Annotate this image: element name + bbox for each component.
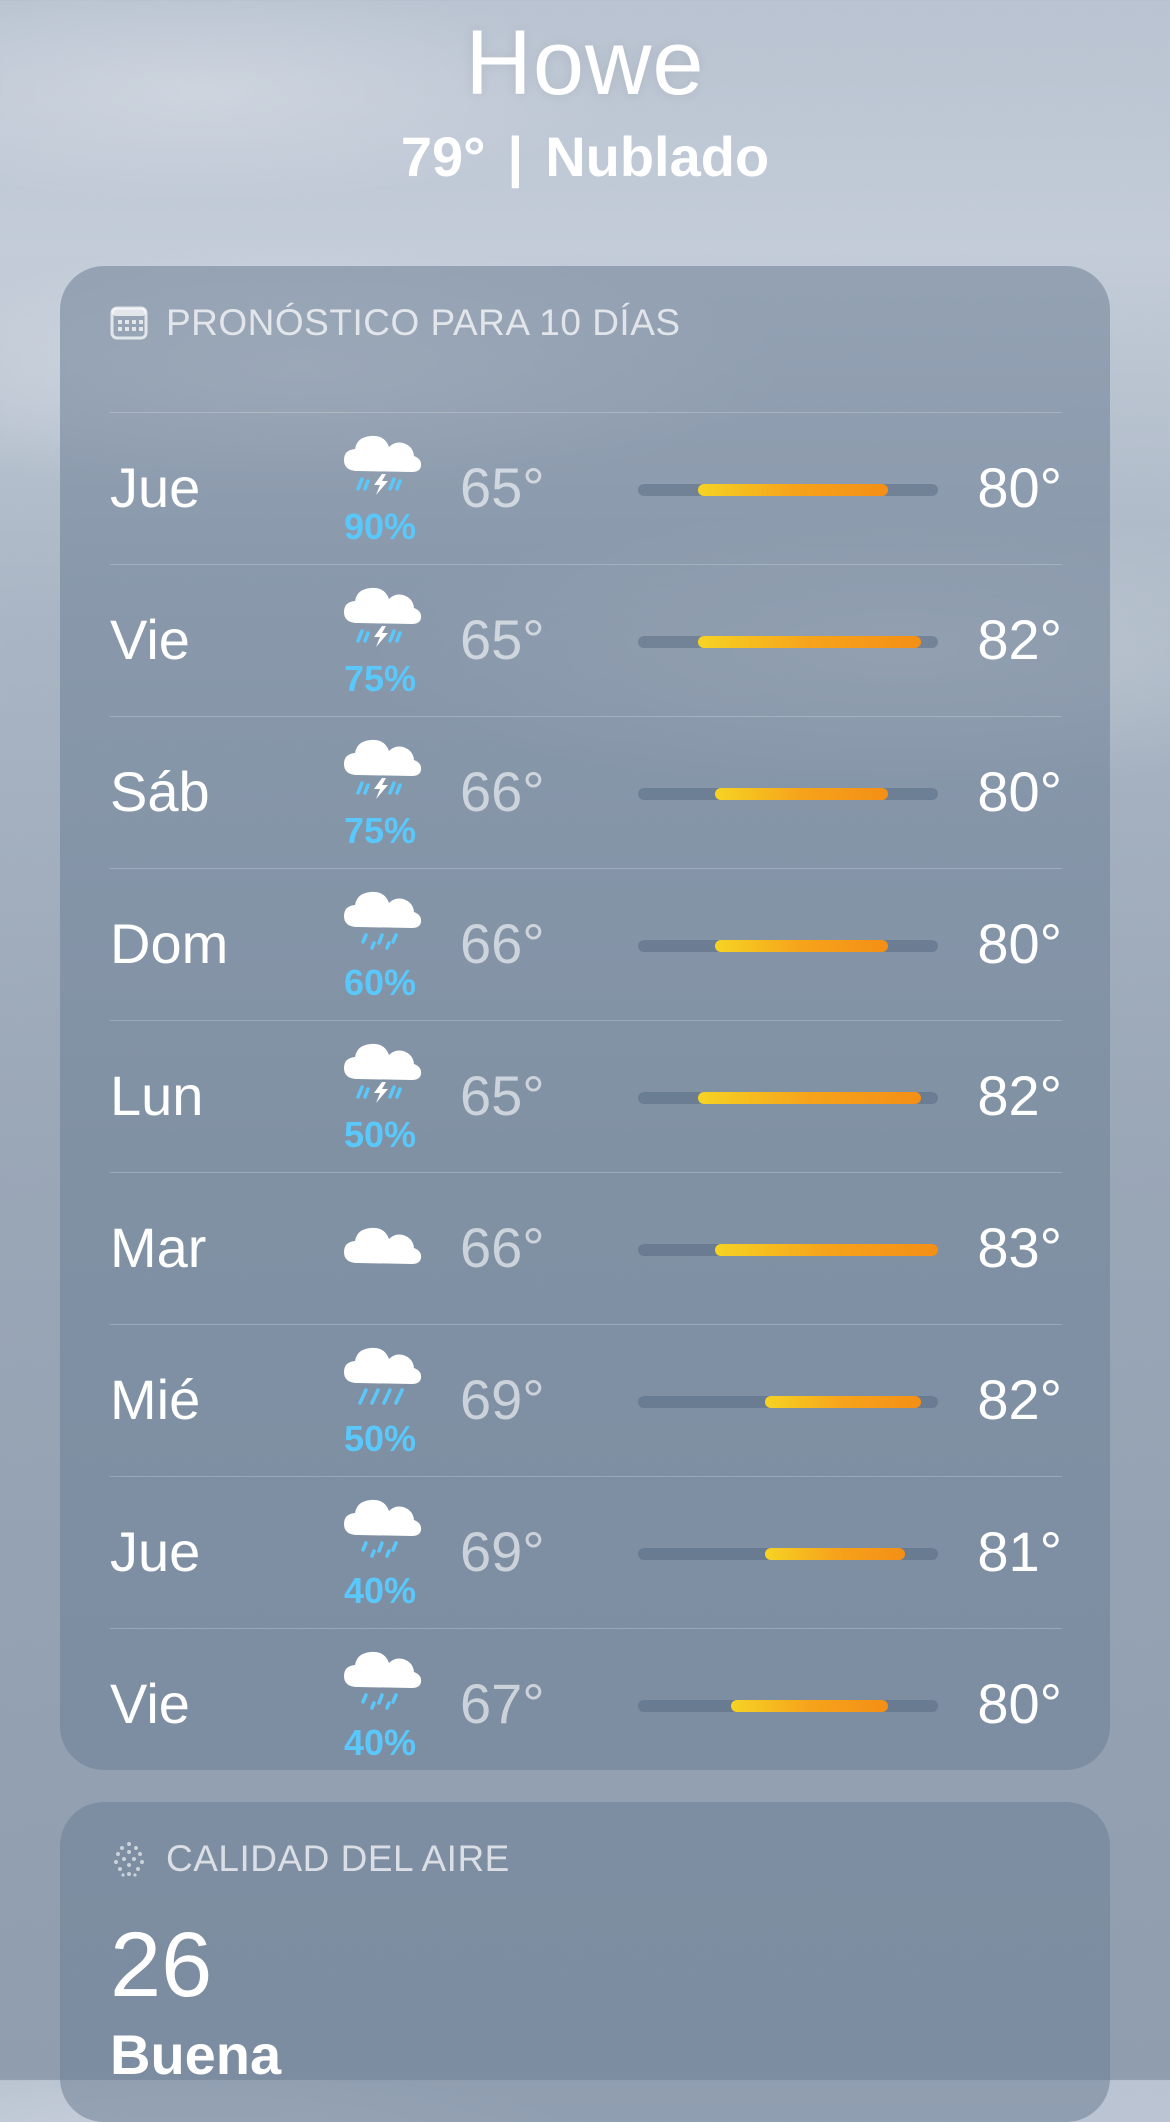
forecast-day: Jue	[110, 1520, 201, 1583]
temperature-range-bar	[638, 1092, 938, 1104]
high-temperature: 82°	[977, 1368, 1062, 1431]
forecast-row[interactable]: Dom 60% 66° 80°	[110, 868, 1062, 1020]
current-conditions: 79° | Nublado	[0, 122, 1170, 192]
forecast-row[interactable]: Mié 50% 69° 82°	[110, 1324, 1062, 1476]
heavy-rain-icon	[344, 1347, 422, 1405]
forecast-row[interactable]: Jue 90% 65° 80°	[110, 412, 1062, 564]
temperature-range-fill	[698, 484, 888, 496]
temperature-range-fill	[764, 1396, 922, 1408]
separator: |	[507, 125, 524, 188]
low-temperature: 69°	[460, 1368, 545, 1431]
temperature-range-bar	[638, 636, 938, 648]
forecast-row[interactable]: Vie 40% 67° 80°	[110, 1628, 1062, 1770]
low-temperature: 65°	[460, 456, 545, 519]
thunderstorm-icon	[344, 435, 422, 495]
temperature-range-bar	[638, 788, 938, 800]
forecast-rows: Jue 90% 65° 80° Vie 75% 65° 82° Sáb 75% 66° 80° Dom 6…	[110, 412, 1062, 1770]
temperature-range-fill	[714, 788, 888, 800]
precipitation-chance: 40%	[343, 1722, 417, 1763]
high-temperature: 82°	[977, 1064, 1062, 1127]
air-quality-title-label: CALIDAD DEL AIRE	[166, 1838, 510, 1879]
temperature-range-fill	[698, 1092, 922, 1104]
high-temperature: 80°	[977, 912, 1062, 975]
rain-icon	[344, 1651, 422, 1710]
precipitation-chance: 75%	[343, 810, 417, 851]
high-temperature: 82°	[977, 608, 1062, 671]
temperature-range-bar	[638, 1700, 938, 1712]
temperature-range-bar	[638, 1244, 938, 1256]
low-temperature: 65°	[460, 1064, 545, 1127]
forecast-title-label: PRONÓSTICO PARA 10 DÍAS	[166, 302, 681, 343]
temperature-range-bar	[638, 1396, 938, 1408]
air-quality-card[interactable]: CALIDAD DEL AIRE 26 Buena	[60, 1802, 1110, 2122]
temperature-range-fill	[714, 940, 888, 952]
temperature-range-fill	[731, 1700, 888, 1712]
high-temperature: 80°	[977, 1672, 1062, 1735]
calendar-icon	[110, 306, 148, 340]
ten-day-forecast-card[interactable]: PRONÓSTICO PARA 10 DÍAS Jue 90% 65° 80° Vie 7…	[60, 266, 1110, 1770]
rain-icon	[344, 891, 422, 950]
forecast-row[interactable]: Mar 66° 83°	[110, 1172, 1062, 1324]
precipitation-chance: 60%	[343, 962, 417, 1003]
high-temperature: 81°	[977, 1520, 1062, 1583]
temperature-range-fill	[698, 636, 922, 648]
temperature-range-bar	[638, 940, 938, 952]
high-temperature: 80°	[977, 456, 1062, 519]
thunderstorm-icon	[344, 1043, 422, 1103]
rain-icon	[344, 1499, 422, 1558]
forecast-day: Dom	[110, 912, 229, 975]
forecast-day: Vie	[110, 608, 190, 671]
city-name: Howe	[465, 12, 705, 114]
air-quality-card-title: CALIDAD DEL AIRE	[110, 1838, 510, 1880]
thunderstorm-icon	[344, 739, 422, 799]
air-quality-icon	[114, 1842, 144, 1877]
low-temperature: 67°	[460, 1672, 545, 1735]
forecast-day: Sáb	[110, 760, 210, 823]
forecast-day: Jue	[110, 456, 201, 519]
forecast-card-title: PRONÓSTICO PARA 10 DÍAS	[110, 302, 681, 344]
temperature-range-bar	[638, 1548, 938, 1560]
low-temperature: 65°	[460, 608, 545, 671]
low-temperature: 66°	[460, 1216, 545, 1279]
forecast-row[interactable]: Jue 40% 69° 81°	[110, 1476, 1062, 1628]
temperature-range-fill	[764, 1548, 905, 1560]
precipitation-chance: 40%	[343, 1570, 417, 1611]
aqi-value: 26	[110, 1914, 213, 2016]
forecast-day: Mar	[110, 1216, 207, 1279]
forecast-row[interactable]: Sáb 75% 66° 80°	[110, 716, 1062, 868]
forecast-day: Vie	[110, 1672, 190, 1735]
precipitation-chance: 50%	[343, 1114, 417, 1155]
low-temperature: 69°	[460, 1520, 545, 1583]
cloud-icon	[344, 1227, 422, 1264]
low-temperature: 66°	[460, 760, 545, 823]
thunderstorm-icon	[344, 587, 422, 647]
temperature-range-bar	[638, 484, 938, 496]
forecast-row[interactable]: Vie 75% 65° 82°	[110, 564, 1062, 716]
current-condition: Nublado	[545, 125, 770, 188]
high-temperature: 83°	[977, 1216, 1062, 1279]
forecast-day: Mié	[110, 1368, 201, 1431]
current-temperature: 79°	[400, 125, 486, 188]
forecast-day: Lun	[110, 1064, 204, 1127]
low-temperature: 66°	[460, 912, 545, 975]
precipitation-chance: 75%	[343, 658, 417, 699]
temperature-range-fill	[714, 1244, 938, 1256]
high-temperature: 80°	[977, 760, 1062, 823]
precipitation-chance: 50%	[343, 1418, 417, 1459]
forecast-row[interactable]: Lun 50% 65° 82°	[110, 1020, 1062, 1172]
precipitation-chance: 90%	[343, 506, 417, 547]
